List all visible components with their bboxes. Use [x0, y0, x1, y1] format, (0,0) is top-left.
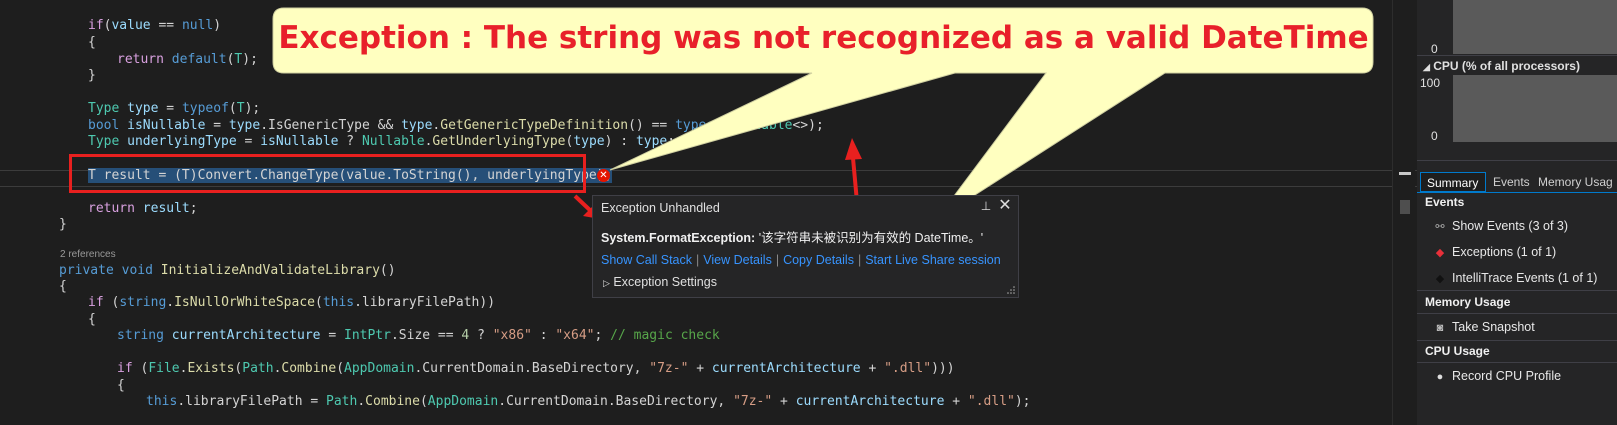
tab-underline [1417, 192, 1617, 193]
take-snapshot-row[interactable]: ◙ Take Snapshot [1417, 317, 1617, 339]
show-call-stack-link[interactable]: Show Call Stack [601, 253, 692, 267]
exception-text: '该字符串未被识别为有效的 DateTime。' [755, 231, 984, 245]
exception-helper-popup[interactable]: Exception Unhandled ⊥ ✕ System.FormatExc… [592, 195, 1019, 298]
exceptions-label: Exceptions (1 of 1) [1452, 245, 1557, 259]
copy-details-link[interactable]: Copy Details [783, 253, 854, 267]
pin-icon[interactable]: ⊥ [979, 199, 993, 213]
exceptions-row[interactable]: ◆ Exceptions (1 of 1) [1417, 242, 1617, 264]
expand-triangle-icon: ▷ [603, 278, 610, 288]
exception-settings-expander[interactable]: ▷ Exception Settings [603, 275, 717, 289]
divider [1417, 55, 1617, 56]
link-icon: ⚯ [1435, 221, 1445, 233]
close-icon[interactable]: ✕ [998, 198, 1012, 214]
show-events-label: Show Events (3 of 3) [1452, 219, 1569, 233]
memory-usage-section-title: Memory Usage [1425, 295, 1511, 309]
record-cpu-row[interactable]: ● Record CPU Profile [1417, 366, 1617, 388]
exception-message: System.FormatException: '该字符串未被识别为有效的 Da… [601, 227, 983, 246]
intellitrace-diamond-icon: ◆ [1435, 273, 1445, 285]
divider [1417, 313, 1617, 314]
cpu-graph-title: ◢ CPU (% of all processors) [1423, 59, 1580, 73]
exception-type: System.FormatException: [601, 231, 756, 245]
tab-events[interactable]: Events [1487, 172, 1535, 192]
popup-links: Show Call Stack | View Details | Copy Detail… [601, 253, 1001, 267]
cpu-usage-section-title: CPU Usage [1425, 344, 1490, 358]
resize-grip-icon[interactable] [1006, 285, 1016, 295]
diagnostic-tools-panel: 0 ◢ CPU (% of all processors) 100 0 Summ… [1417, 0, 1617, 425]
popup-title: Exception Unhandled [601, 201, 720, 215]
cpu-graph [1453, 75, 1617, 142]
exception-diamond-icon: ◆ [1435, 247, 1445, 259]
view-details-link[interactable]: View Details [703, 253, 772, 267]
divider [1417, 340, 1617, 341]
arrow-up-head [845, 138, 862, 160]
cpu-graph-min-label: 0 [1431, 129, 1438, 143]
collapse-triangle-icon[interactable]: ◢ [1423, 62, 1430, 72]
divider [1417, 160, 1617, 161]
camera-icon: ◙ [1436, 322, 1444, 334]
memory-graph [1453, 0, 1617, 54]
divider [1417, 290, 1617, 291]
take-snapshot-label: Take Snapshot [1452, 320, 1535, 334]
divider [1417, 362, 1617, 363]
events-section-title: Events [1425, 195, 1465, 209]
cpu-graph-title-label: CPU (% of all processors) [1433, 59, 1580, 73]
intellitrace-label: IntelliTrace Events (1 of 1) [1452, 271, 1598, 285]
callout-heading: Exception : The string was not recognize… [278, 20, 1369, 56]
record-dot-icon: ● [1436, 371, 1444, 383]
memory-graph-min-label: 0 [1431, 42, 1438, 56]
tab-summary[interactable]: Summary [1420, 172, 1486, 192]
tab-memory-usage[interactable]: Memory Usage [1532, 172, 1612, 192]
exception-settings-label: Exception Settings [613, 275, 717, 289]
show-events-row[interactable]: ⚯ Show Events (3 of 3) [1417, 216, 1617, 238]
intellitrace-row[interactable]: ◆ IntelliTrace Events (1 of 1) [1417, 268, 1617, 290]
cpu-graph-max-label: 100 [1420, 76, 1441, 90]
record-cpu-label: Record CPU Profile [1452, 369, 1562, 383]
live-share-link[interactable]: Start Live Share session [865, 253, 1001, 267]
